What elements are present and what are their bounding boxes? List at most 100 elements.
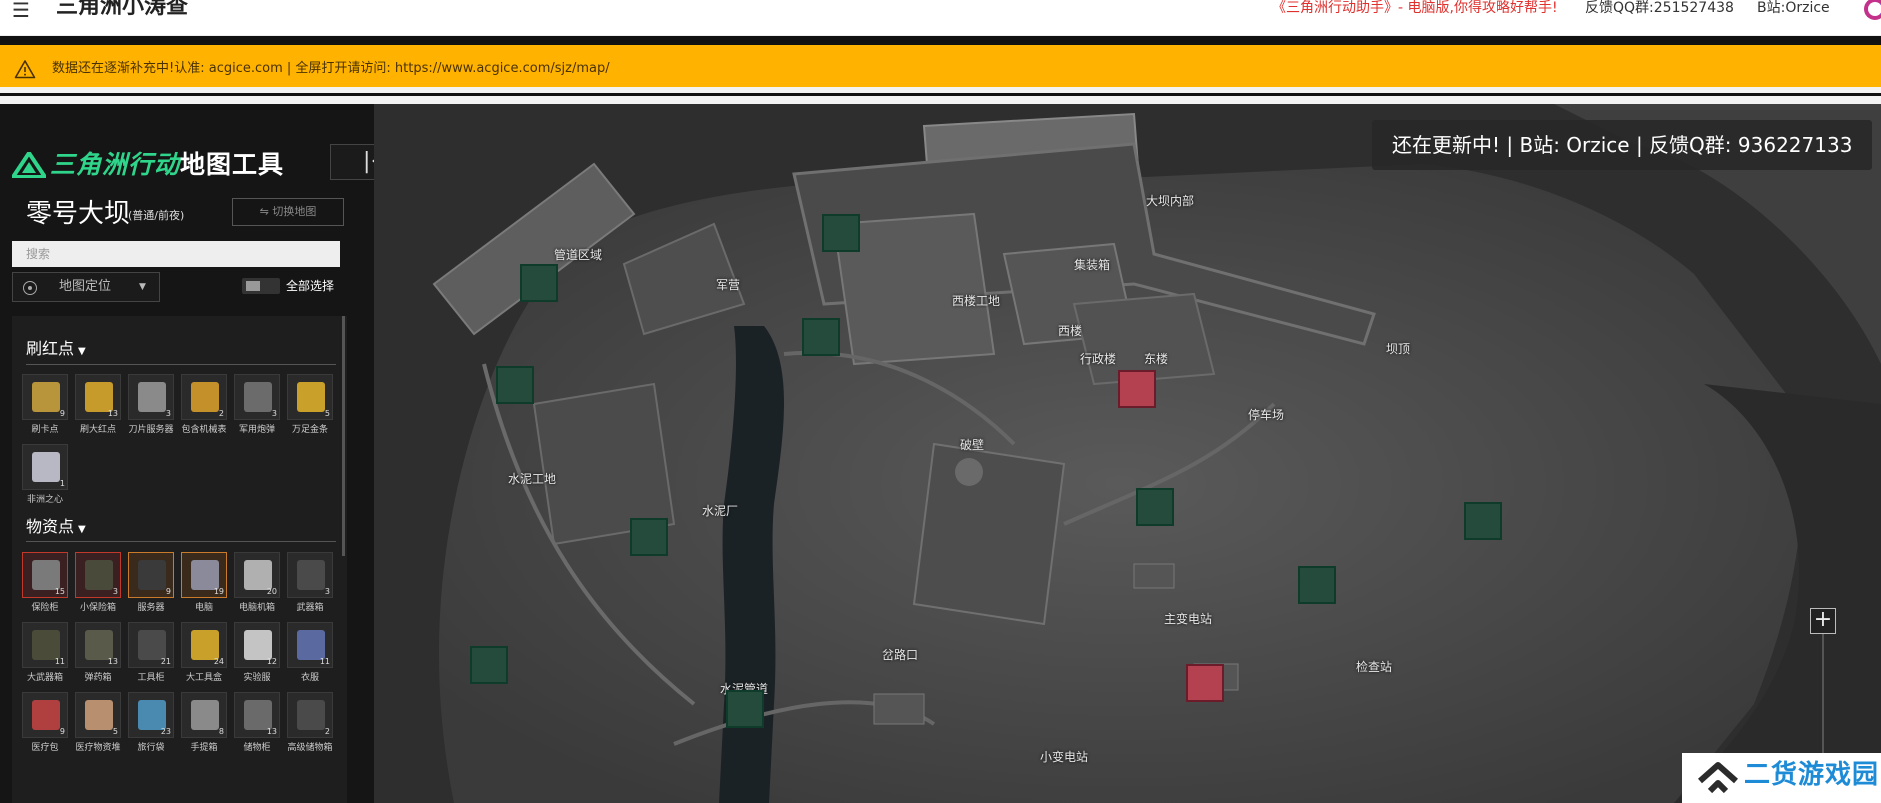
section-header-red-spots[interactable]: 刷红点 ▼ [26,338,86,363]
boss-marker-icon[interactable] [1186,664,1224,702]
spawn-marker-icon[interactable] [1464,502,1502,540]
item-thumbnail: 11 [287,622,333,668]
scrollbar[interactable] [342,316,345,556]
item-label: 实验服 [243,673,271,683]
zoom-slider[interactable] [1822,634,1824,764]
plus-icon[interactable]: + [1810,608,1836,634]
item-image [138,630,166,660]
spawn-marker-icon[interactable] [520,264,558,302]
item-count: 2 [218,409,224,418]
category-item[interactable]: 9 刷卡点 [22,374,68,437]
warning-icon [14,60,36,79]
section-title: 物资点 [26,517,75,536]
category-item[interactable]: 13 储物柜 [234,692,280,755]
brand-name: 三角洲行动 [50,150,181,179]
category-item[interactable]: 3 刀片服务器 [128,374,174,437]
category-item[interactable]: 3 小保险箱 [75,552,121,615]
item-thumbnail: 13 [75,374,121,420]
category-item[interactable]: 12 实验服 [234,622,280,685]
spawn-marker-icon[interactable] [1136,488,1174,526]
select-all-toggle[interactable] [242,278,280,294]
category-item[interactable]: 11 大武器箱 [22,622,68,685]
section-header-supplies[interactable]: 物资点 ▼ [26,516,86,541]
item-count: 11 [319,657,330,666]
switch-map-button[interactable]: ⇋ 切换地图 [232,198,344,226]
spawn-marker-icon[interactable] [726,690,764,728]
promo-link[interactable]: 《三角洲行动助手》- 电脑版,你得攻略好帮手! [1272,0,1558,16]
category-item[interactable]: 13 刷大红点 [75,374,121,437]
category-item[interactable]: 21 工具柜 [128,622,174,685]
category-item[interactable]: 20 电脑机箱 [234,552,280,615]
map-label[interactable]: 西楼工地 [952,292,1000,309]
item-image [297,382,325,412]
spawn-marker-icon[interactable] [470,646,508,684]
map-label[interactable]: 水泥厂 [702,502,738,519]
item-thumbnail: 13 [234,692,280,738]
category-item[interactable]: 23 旅行袋 [128,692,174,755]
category-item[interactable]: 13 弹药箱 [75,622,121,685]
category-item[interactable]: 11 衣服 [287,622,333,685]
map-label[interactable]: 军营 [716,276,740,293]
spawn-marker-icon[interactable] [496,366,534,404]
bilibili-link[interactable]: B站:Orzice [1757,0,1830,16]
item-label: 小保险箱 [79,603,116,613]
category-item[interactable]: 5 万足金条 [287,374,333,437]
category-item[interactable]: 2 高级储物箱 [287,692,333,755]
map-label[interactable]: 东楼 [1144,350,1168,367]
category-item[interactable]: 15 保险柜 [22,552,68,615]
spawn-marker-icon[interactable] [822,214,860,252]
map-label[interactable]: 主变电站 [1164,610,1212,627]
map-label[interactable]: 行政楼 [1080,350,1116,367]
map-label[interactable]: 坝顶 [1386,340,1410,357]
category-item[interactable]: 8 手提箱 [181,692,227,755]
spawn-marker-icon[interactable] [802,318,840,356]
item-thumbnail: 3 [287,552,333,598]
map-label[interactable]: 大坝内部 [1146,192,1194,209]
item-count: 21 [160,657,171,666]
category-item[interactable]: 19 电脑 [181,552,227,615]
spawn-marker-icon[interactable] [630,518,668,556]
item-count: 9 [59,727,65,736]
item-label: 弹药箱 [84,673,112,683]
map-label[interactable]: 小变电站 [1040,748,1088,765]
category-item[interactable]: 9 服务器 [128,552,174,615]
map-label[interactable]: 管道区域 [554,246,602,263]
site-logo-icon[interactable] [1864,0,1881,20]
category-item[interactable]: 5 医疗物资堆 [75,692,121,755]
item-label: 电脑机箱 [238,603,275,613]
item-thumbnail: 3 [128,374,174,420]
map-label[interactable]: 集装箱 [1074,256,1110,273]
item-count: 5 [324,409,330,418]
item-thumbnail: 3 [75,552,121,598]
category-item[interactable]: 9 医疗包 [22,692,68,755]
map-label[interactable]: 破壁 [960,436,984,453]
boss-marker-icon[interactable] [1118,370,1156,408]
item-thumbnail: 2 [287,692,333,738]
map-label[interactable]: 岔路口 [882,646,918,663]
map-locate-select[interactable]: 地图定位 ▼ [12,272,160,302]
category-item[interactable]: 2 包含机械表 [181,374,227,437]
category-item[interactable]: 3 军用炮弹 [234,374,280,437]
item-thumbnail: 24 [181,622,227,668]
item-thumbnail: 2 [181,374,227,420]
item-thumbnail: 5 [75,692,121,738]
menu-icon[interactable]: ☰ [12,0,30,20]
item-image [244,630,272,660]
item-image [191,560,219,590]
item-image [244,560,272,590]
map-label[interactable]: 停车场 [1248,406,1284,423]
spawn-marker-icon[interactable] [1298,566,1336,604]
map-label[interactable]: 水泥工地 [508,470,556,487]
item-count: 20 [266,587,277,596]
item-image [138,560,166,590]
category-list[interactable]: 刷红点 ▼ 9 刷卡点 13 刷大红点 3 刀片服务器 2 包含机械表 3 军用炮弹 5 万足金条 1 非洲… [12,316,347,803]
map-label[interactable]: 西楼 [1058,322,1082,339]
item-count: 12 [266,657,277,666]
map-canvas[interactable]: 大坝内部 管道区域 军营 集装箱 西楼工地 西楼 行政楼 东楼 坝顶 停车场 破… [374,104,1881,803]
category-item[interactable]: 3 武器箱 [287,552,333,615]
category-item[interactable]: 24 大工具盒 [181,622,227,685]
category-item[interactable]: 1 非洲之心 [22,444,68,507]
search-input[interactable] [12,241,340,267]
site-title[interactable]: 三角洲小涛查 [56,0,188,20]
map-label[interactable]: 检查站 [1356,658,1392,675]
